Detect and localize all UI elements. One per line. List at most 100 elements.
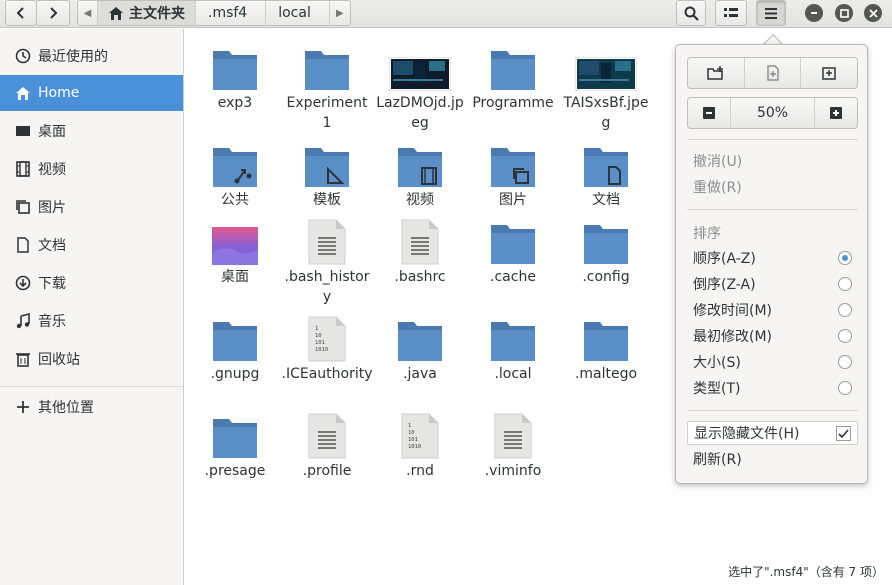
image-icon (14, 198, 32, 216)
redo-item[interactable]: 重做(R) (687, 175, 858, 199)
folder-icon (388, 310, 452, 362)
path-local-button[interactable]: local (266, 1, 330, 25)
sidebar-item-desktop[interactable]: 桌面 (0, 113, 183, 149)
close-button[interactable] (864, 4, 882, 22)
maximize-icon (839, 8, 849, 18)
refresh-item[interactable]: 刷新(R) (687, 447, 858, 471)
sort-option-z-a[interactable]: 倒序(Z-A) (687, 272, 858, 296)
folder-icon (481, 39, 545, 91)
tab-add-icon (822, 66, 836, 80)
sort-option-first-modified[interactable]: 最初修改(M) (687, 324, 858, 348)
sort-option-a-z[interactable]: 顺序(A-Z) (687, 246, 858, 270)
plus-icon (14, 398, 32, 416)
file-item[interactable]: .java (374, 300, 466, 384)
status-bar: 选中了".msf4"（含有 7 项） (728, 565, 884, 579)
file-name: .config (582, 269, 630, 285)
file-item[interactable]: exp3 (189, 29, 281, 113)
sidebar-item-home[interactable]: Home (0, 75, 183, 111)
undo-item[interactable]: 撤消(U) (687, 149, 858, 173)
zoom-level-button[interactable]: 50% (731, 98, 816, 128)
sort-option-label: 最初修改(M) (693, 329, 773, 345)
path-home-button[interactable]: 主文件夹 (98, 1, 196, 25)
sort-option-label: 倒序(Z-A) (693, 277, 756, 293)
refresh-label: 刷新(R) (693, 452, 742, 468)
file-item[interactable]: 1 10 101 1010 .rnd (374, 397, 466, 481)
new-items-button-row (687, 57, 858, 89)
file-item[interactable]: .bash_history (281, 203, 373, 307)
file-item[interactable]: LazDMOjd.jpeg (374, 29, 466, 133)
sidebar-item-documents[interactable]: 文档 (0, 227, 183, 263)
sidebar-item-downloads[interactable]: 下载 (0, 265, 183, 301)
path-msf4-button[interactable]: .msf4 (196, 1, 267, 25)
file-item[interactable]: .config (560, 203, 652, 287)
file-name: .presage (204, 463, 266, 479)
trash-icon (14, 350, 32, 368)
path-scroll-right-button[interactable]: ▶ (330, 1, 350, 25)
file-name: .viminfo (484, 463, 542, 479)
file-name: .profile (302, 463, 352, 479)
file-name: .rnd (406, 463, 434, 479)
sidebar-item-pictures[interactable]: 图片 (0, 189, 183, 225)
file-item[interactable]: TAISxsBf.jpeg (560, 29, 652, 133)
folder-video-icon (388, 136, 452, 188)
music-icon (14, 312, 32, 330)
file-item[interactable]: 公共 (189, 126, 281, 210)
sort-option-modified[interactable]: 修改时间(M) (687, 298, 858, 322)
file-item[interactable]: .gnupg (189, 300, 281, 384)
file-item[interactable]: 视频 (374, 126, 466, 210)
maximize-button[interactable] (835, 4, 853, 22)
folder-share-icon (203, 136, 267, 188)
folder-icon (481, 213, 545, 265)
sort-header: 排序 (687, 221, 858, 245)
sidebar-item-trash[interactable]: 回收站 (0, 341, 183, 377)
svg-text:101: 101 (408, 437, 418, 443)
sidebar-item-other-locations[interactable]: 其他位置 (0, 389, 183, 425)
file-item[interactable]: 文档 (560, 126, 652, 210)
file-item[interactable]: Programme (467, 29, 559, 113)
bookmark-button[interactable] (745, 58, 802, 88)
show-hidden-files-toggle[interactable]: 显示隐藏文件(H) (687, 421, 858, 445)
path-scroll-left-button[interactable]: ◀ (78, 1, 98, 25)
path-home-label: 主文件夹 (129, 6, 185, 22)
forward-button[interactable] (36, 0, 70, 26)
folder-icon (295, 39, 359, 91)
view-mode-button[interactable] (715, 0, 747, 26)
file-item[interactable]: .presage (189, 397, 281, 481)
sidebar-item-label: 其他位置 (38, 400, 94, 416)
file-name: .maltego (574, 366, 638, 382)
file-item[interactable]: 桌面 (189, 203, 281, 287)
radio-icon (838, 303, 852, 317)
image-thumbnail-icon (574, 39, 638, 91)
file-item[interactable]: .profile (281, 397, 373, 481)
file-item[interactable]: .local (467, 300, 559, 384)
file-item[interactable]: 模板 (281, 126, 373, 210)
binary-file-icon: 1 10 101 1010 (295, 310, 359, 362)
sidebar-item-music[interactable]: 音乐 (0, 303, 183, 339)
minimize-button[interactable] (805, 4, 823, 22)
file-item[interactable]: .maltego (560, 300, 652, 384)
file-item[interactable]: .bashrc (374, 203, 466, 287)
open-terminal-button[interactable] (801, 58, 857, 88)
new-folder-button[interactable] (688, 58, 745, 88)
svg-text:1010: 1010 (408, 444, 421, 450)
sort-option-label: 类型(T) (693, 381, 741, 397)
home-icon (14, 84, 32, 102)
folder-icon (574, 310, 638, 362)
zoom-out-button[interactable] (688, 98, 731, 128)
file-item[interactable]: 图片 (467, 126, 559, 210)
menu-button[interactable] (756, 0, 786, 26)
zoom-in-button[interactable] (815, 98, 857, 128)
folder-icon (203, 310, 267, 362)
sidebar-item-recent[interactable]: 最近使用的 (0, 38, 183, 74)
path-bar: ◀ 主文件夹 .msf4 local ▶ (77, 0, 351, 26)
file-item[interactable]: Experiment 1 (281, 29, 373, 133)
sidebar-item-videos[interactable]: 视频 (0, 151, 183, 187)
sort-option-size[interactable]: 大小(S) (687, 350, 858, 374)
file-item[interactable]: 1 10 101 1010 .ICEauthority (281, 300, 373, 384)
back-button[interactable] (5, 0, 37, 26)
file-item[interactable]: .cache (467, 203, 559, 287)
search-button[interactable] (676, 0, 706, 26)
sort-option-type[interactable]: 类型(T) (687, 376, 858, 400)
home-icon (109, 6, 123, 20)
file-item[interactable]: .viminfo (467, 397, 559, 481)
